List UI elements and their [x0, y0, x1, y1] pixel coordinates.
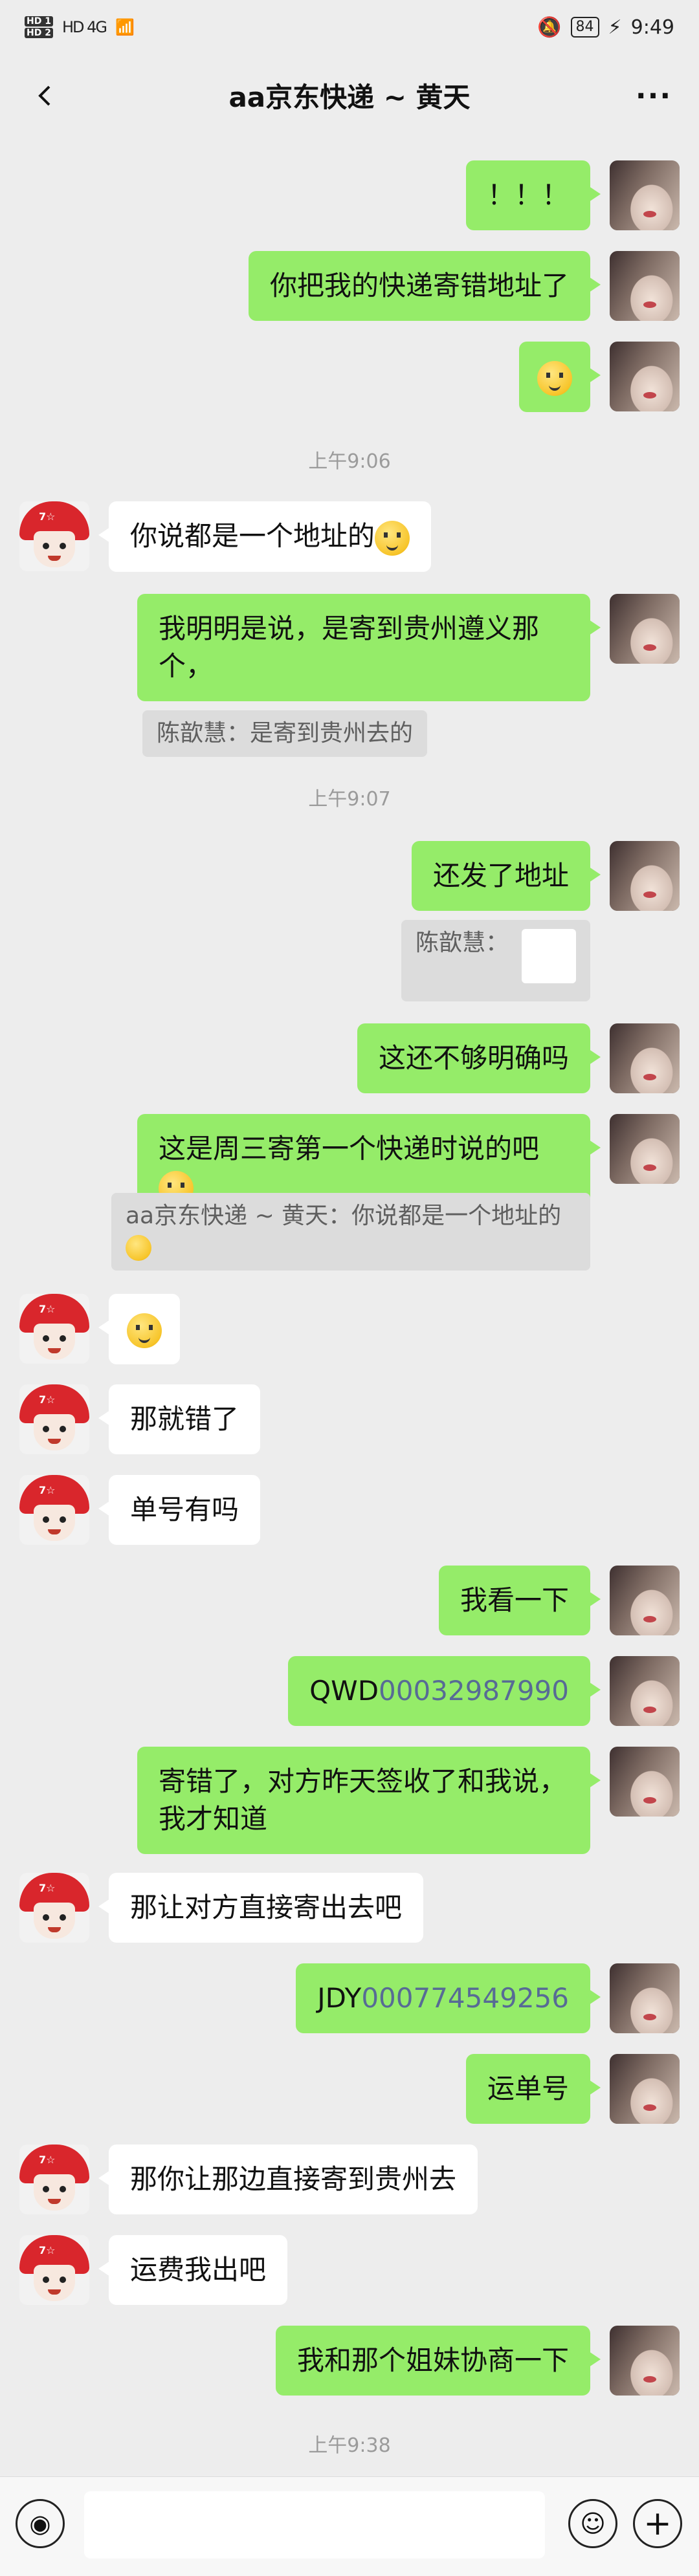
message-bubble[interactable]: 运单号: [465, 2054, 601, 2124]
message-bubble[interactable]: 你说都是一个地址的: [98, 501, 432, 572]
my-avatar[interactable]: [610, 1963, 680, 2033]
wifi-icon: 📶: [115, 18, 135, 36]
chat-title: aa京东快递 ~ 黄天: [228, 81, 471, 113]
message-text: 这是周三寄第一个快递时说的吧: [159, 1133, 540, 1164]
contact-avatar[interactable]: 7☆: [19, 2145, 89, 2214]
message-bubble[interactable]: 寄错了，对方昨天签收了和我说，我才知道: [137, 1747, 601, 1854]
contact-avatar[interactable]: 7☆: [19, 2235, 89, 2305]
message-bubble[interactable]: 还发了地址: [411, 841, 601, 911]
back-button[interactable]: [19, 70, 71, 122]
mute-icon: 🔕: [537, 16, 562, 39]
message-bubble[interactable]: 那就错了: [98, 1384, 261, 1454]
my-avatar[interactable]: [610, 1023, 680, 1093]
message-bubble[interactable]: JDY000774549256: [296, 1963, 601, 2033]
my-avatar[interactable]: [610, 342, 680, 411]
quoted-reply[interactable]: aa京东快递 ~ 黄天：你说都是一个地址的: [111, 1193, 590, 1271]
my-avatar[interactable]: [610, 1747, 680, 1817]
message-bubble[interactable]: 那让对方直接寄出去吧: [98, 1873, 424, 1943]
contact-avatar[interactable]: 7☆: [19, 501, 89, 571]
quoted-reply[interactable]: 陈歆慧：是寄到贵州去的: [142, 710, 427, 757]
message-bubble[interactable]: 那你让那边直接寄到贵州去: [98, 2145, 478, 2214]
message-bubble[interactable]: 我明明是说，是寄到贵州遵义那个，: [137, 594, 601, 701]
quoted-reply[interactable]: 陈歆慧：: [401, 920, 590, 1001]
tracking-prefix: JDY: [317, 1982, 362, 2014]
message-input[interactable]: [84, 2491, 545, 2559]
message-bubble[interactable]: 运费我出吧: [98, 2235, 288, 2305]
laugh-cry-emoji-icon: [127, 1313, 162, 1348]
my-avatar[interactable]: [610, 160, 680, 230]
my-avatar[interactable]: [610, 2054, 680, 2124]
voice-icon: ◉: [29, 2509, 51, 2538]
my-avatar[interactable]: [610, 594, 680, 664]
message-bubble[interactable]: 你把我的快递寄错地址了: [248, 251, 601, 321]
awkward-smile-emoji-icon: [537, 360, 572, 396]
message-bubble[interactable]: 单号有吗: [98, 1475, 261, 1545]
message-bubble[interactable]: [519, 342, 601, 412]
tracking-number-link[interactable]: 000774549256: [361, 1982, 569, 2014]
sweat-emoji-icon: [126, 1235, 151, 1261]
message-input-bar: ◉ ☺ +: [0, 2476, 699, 2576]
my-avatar[interactable]: [610, 1566, 680, 1635]
message-bubble[interactable]: ！！！: [465, 160, 601, 230]
my-avatar[interactable]: [610, 841, 680, 911]
message-bubble[interactable]: QWD00032987990: [288, 1656, 601, 1726]
message-bubble[interactable]: 我和那个姐妹协商一下: [275, 2326, 601, 2396]
network-signal: HD 4G: [61, 18, 107, 36]
quote-text: aa京东快递 ~ 黄天：你说都是一个地址的: [126, 1203, 562, 1229]
message-bubble[interactable]: [98, 1294, 180, 1364]
timestamp: 上午9:06: [308, 450, 391, 473]
more-actions-button[interactable]: +: [633, 2499, 682, 2548]
hd-badge-icon: HD 1 HD 2: [25, 16, 53, 39]
timestamp: 上午9:38: [308, 2434, 391, 2457]
contact-avatar[interactable]: 7☆: [19, 1294, 89, 1364]
my-avatar[interactable]: [610, 1114, 680, 1184]
status-bar: HD 1 HD 2 HD 4G 📶 🔕 84 ⚡ 9:49: [0, 0, 699, 54]
clock: 9:49: [630, 16, 674, 39]
tracking-prefix: QWD: [309, 1675, 379, 1707]
tracking-number-link[interactable]: 00032987990: [379, 1675, 569, 1707]
plus-icon: +: [643, 2504, 672, 2543]
quoted-image-thumbnail[interactable]: [522, 929, 576, 983]
message-text: 你说都是一个地址的: [130, 520, 375, 552]
chevron-left-icon: [38, 85, 50, 106]
my-avatar[interactable]: [610, 1656, 680, 1726]
contact-avatar[interactable]: 7☆: [19, 1384, 89, 1454]
contact-avatar[interactable]: 7☆: [19, 1475, 89, 1545]
sweat-emoji-icon: [375, 520, 410, 556]
smiley-icon: ☺: [580, 2509, 606, 2538]
battery-level: 84: [570, 17, 599, 38]
emoji-button[interactable]: ☺: [568, 2499, 617, 2548]
my-avatar[interactable]: [610, 2326, 680, 2396]
charging-icon: ⚡: [608, 16, 622, 39]
my-avatar[interactable]: [610, 251, 680, 321]
chat-header: aa京东快递 ~ 黄天 ···: [0, 54, 699, 136]
voice-button[interactable]: ◉: [16, 2499, 65, 2548]
message-bubble[interactable]: 我看一下: [438, 1566, 601, 1635]
message-bubble[interactable]: 这还不够明确吗: [357, 1023, 601, 1093]
more-button[interactable]: ···: [628, 70, 680, 122]
timestamp: 上午9:07: [308, 788, 391, 811]
quote-sender: 陈歆慧：: [416, 930, 509, 956]
contact-avatar[interactable]: 7☆: [19, 1873, 89, 1943]
